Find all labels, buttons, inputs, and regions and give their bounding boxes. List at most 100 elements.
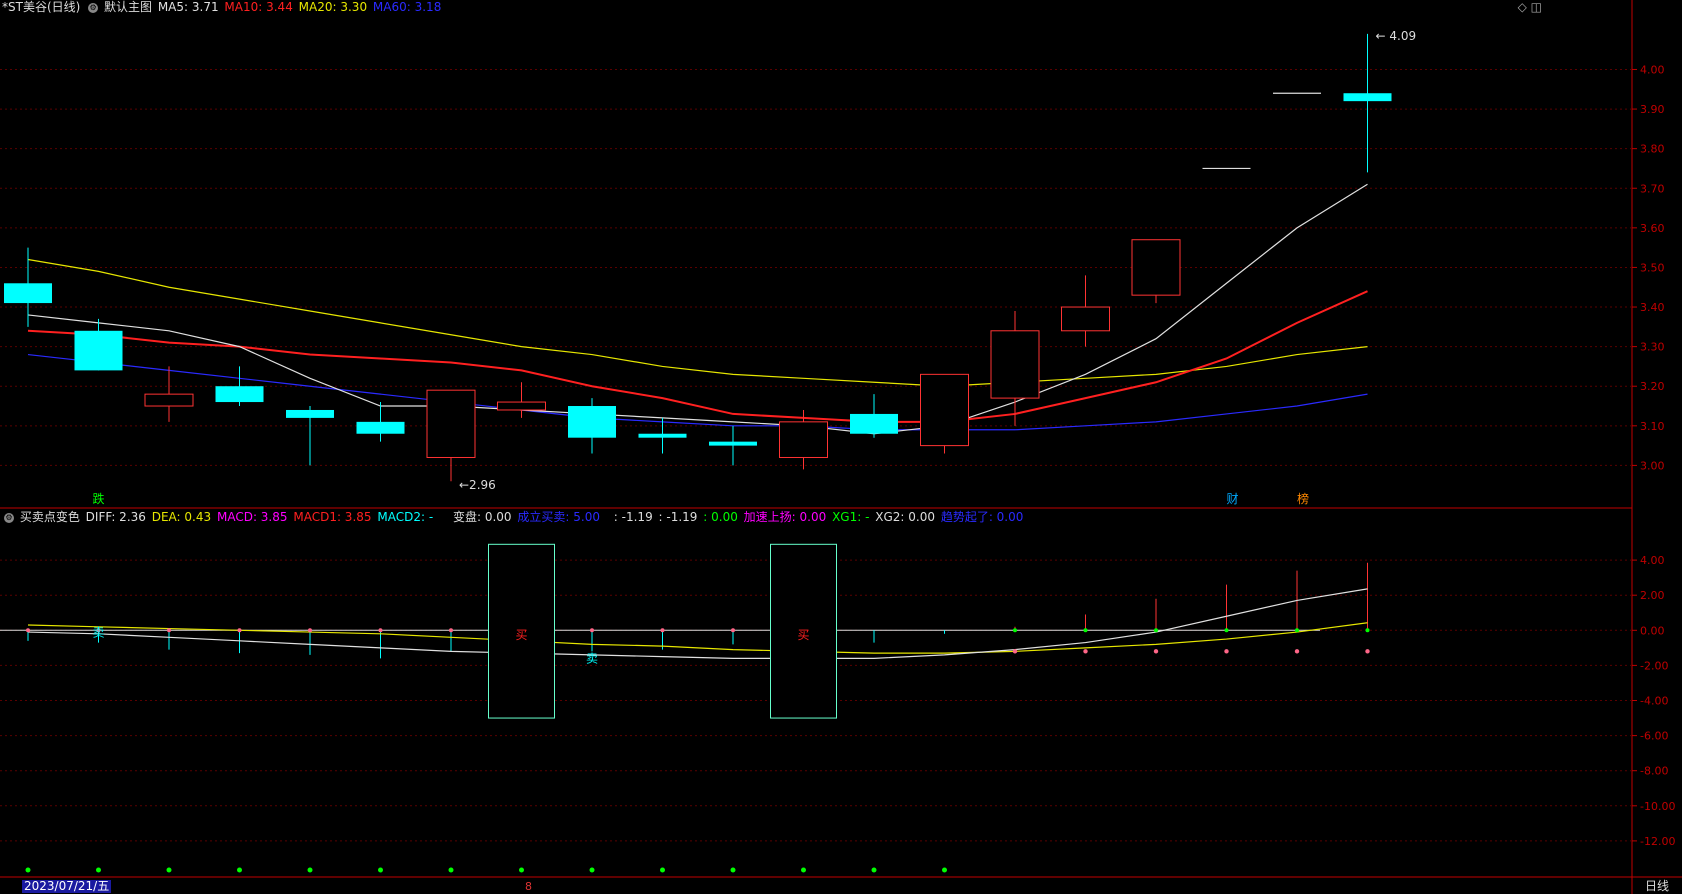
ma10-label: MA10: 3.44: [224, 0, 293, 14]
indicator-tick-label: 4.00: [1640, 554, 1665, 567]
signal-dot: [1083, 649, 1088, 654]
price-tick-label: 3.10: [1640, 420, 1665, 433]
candle-body-down: [4, 283, 52, 304]
candle-body-down: [356, 421, 405, 434]
candle-body-up: [497, 401, 546, 411]
signal-dot: [1153, 649, 1159, 654]
signal-dot: [590, 628, 594, 633]
indicator-tick-label: -4.00: [1640, 695, 1668, 708]
chart-canvas[interactable]: 4.00 3.90 3.80 3.70 3.60 3.50 3.40 3.30 3.20 3.10…: [0, 0, 1682, 894]
price-annotation: ← 4.09: [1376, 29, 1417, 43]
indicator-tick-label: -12.00: [1640, 835, 1675, 848]
price-tick-label: 4.00: [1640, 63, 1665, 76]
candle-body-down: [568, 406, 616, 438]
bottom-dot: [801, 867, 806, 873]
value2-label: : -1.19: [658, 510, 698, 524]
cursor-date-label: 2023/07/21/五: [22, 879, 112, 893]
ma20-label: MA20: 3.30: [298, 0, 368, 14]
indicator-tick-label: -10.00: [1640, 800, 1675, 813]
event-tag: 跌: [93, 491, 105, 506]
indicator-tick-label: -8.00: [1640, 765, 1668, 778]
main-chart-legend: *ST美谷(日线) ⚙ 默认主图 MA5: 3.71 MA10: 3.44 MA…: [2, 0, 443, 14]
macd-label: MACD: 3.85: [216, 510, 288, 524]
period-label[interactable]: 日线: [1645, 880, 1669, 893]
buy-signal-label: 买: [516, 628, 528, 642]
price-tick-label: 3.60: [1640, 222, 1665, 235]
bottom-dot: [589, 867, 595, 873]
signal-dot: [26, 628, 30, 633]
ma10-line: [27, 290, 1368, 423]
candle-body-down: [850, 413, 898, 434]
xg2-label: XG2: 0.00: [875, 510, 935, 524]
sell-signal-label: 卖: [93, 625, 105, 639]
indicator-tick-label: -6.00: [1640, 730, 1668, 743]
bottom-dot: [660, 867, 665, 873]
signal-dot: [731, 628, 735, 633]
price-tick-label: 3.00: [1640, 459, 1665, 472]
signal-dot: [308, 628, 312, 633]
indicator-title[interactable]: 买卖点变色: [20, 510, 80, 524]
signal-dot: [1012, 649, 1018, 654]
signal-dot: [1224, 649, 1229, 654]
indicator-tick-label: 2.00: [1640, 589, 1665, 602]
price-tick-label: 3.80: [1640, 143, 1665, 156]
ma60-label: MA60: 3.18: [372, 0, 442, 14]
indicator-tick-label: 0.00: [1640, 624, 1665, 637]
biancheng-label: 变盘: 0.00: [452, 510, 512, 524]
candle-body-up: [1061, 306, 1110, 332]
bottom-dot: [378, 867, 383, 873]
macd1-label: MACD1: 3.85: [293, 510, 372, 524]
signal-dot: [1365, 628, 1370, 633]
candle-body-up: [920, 373, 969, 447]
candle-body-up: [779, 421, 828, 458]
bottom-dot: [448, 867, 454, 873]
template-label[interactable]: 默认主图: [104, 0, 152, 14]
bottom-dot: [96, 867, 101, 873]
bottom-marker: 8: [525, 880, 532, 893]
candle-body-up: [144, 393, 194, 407]
price-tick-label: 3.50: [1640, 261, 1665, 274]
candle-body-up: [1131, 239, 1181, 296]
bottom-dot: [519, 867, 524, 873]
bottom-dot: [166, 867, 172, 873]
event-tag: 榜: [1297, 491, 1309, 506]
price-tick-label: 3.30: [1640, 341, 1665, 354]
sell-signal-label: 卖: [586, 652, 598, 666]
candle-body-down: [215, 386, 264, 403]
xg1-label: XG1: -: [832, 510, 870, 524]
settings-gear-icon[interactable]: ⚙: [88, 2, 99, 13]
macd2-label: MACD2: -: [377, 510, 434, 524]
signal-dot: [1013, 628, 1017, 633]
bottom-dot: [25, 867, 31, 873]
signal-dot: [1083, 628, 1088, 633]
signal-dot: [378, 628, 383, 633]
signal-dot: [1224, 628, 1229, 633]
candle-body-down: [709, 441, 757, 446]
diff-label: DIFF: 2.36: [85, 510, 146, 524]
stock-title: *ST美谷(日线): [2, 0, 81, 14]
signal-dot: [449, 628, 453, 633]
indicator-settings-gear-icon[interactable]: ⚙: [4, 512, 14, 523]
ma5-label: MA5: 3.71: [157, 0, 219, 14]
event-tag: 财: [1227, 492, 1239, 506]
price-tick-label: 3.20: [1640, 380, 1665, 393]
price-tick-label: 3.40: [1640, 301, 1665, 314]
stock-chart-window[interactable]: 4.00 3.90 3.80 3.70 3.60 3.50 3.40 3.30 3.20 3.10…: [0, 0, 1682, 894]
candle-body-down: [74, 330, 123, 371]
candle-body-up: [426, 389, 476, 458]
value1-label: : -1.19: [613, 510, 653, 524]
buy-signal-label: 买: [798, 628, 810, 642]
price-annotation: ←2.96: [459, 478, 496, 492]
window-controls[interactable]: ◇ ◫: [1518, 0, 1542, 14]
candle-body-up: [990, 330, 1040, 399]
signal-dot: [1294, 649, 1300, 654]
price-tick-label: 3.90: [1640, 103, 1665, 116]
signal-dot: [1154, 628, 1158, 633]
indicator-tick-label: -2.00: [1640, 659, 1668, 672]
bottom-dot: [307, 867, 313, 873]
bottom-dot: [871, 867, 877, 873]
candle-body-down: [286, 409, 334, 418]
bottom-dot: [942, 867, 947, 873]
jiasu-label: 加速上扬: 0.00: [743, 510, 827, 524]
dea-label: DEA: 0.43: [151, 510, 212, 524]
